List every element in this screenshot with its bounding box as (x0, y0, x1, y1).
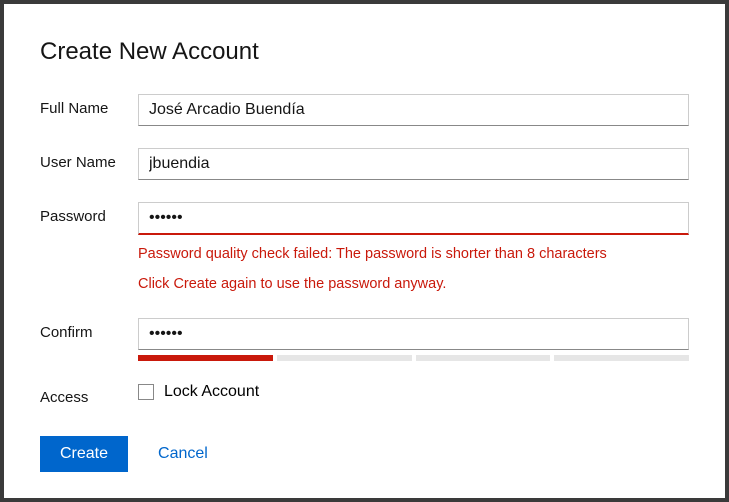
modal-actions: Create Cancel (40, 436, 689, 472)
row-fullname: Full Name (40, 94, 689, 126)
password-error-line2: Click Create again to use the password a… (138, 273, 689, 295)
password-error-line1: Password quality check failed: The passw… (138, 243, 689, 265)
label-fullname: Full Name (40, 94, 138, 117)
lock-account-checkbox[interactable] (138, 384, 154, 400)
row-username: User Name (40, 148, 689, 180)
strength-seg-4 (554, 355, 689, 361)
modal-title: Create New Account (40, 38, 689, 66)
create-button[interactable]: Create (40, 436, 128, 472)
row-confirm: Confirm (40, 318, 689, 361)
strength-seg-1 (138, 355, 273, 361)
lock-account-label: Lock Account (164, 383, 259, 401)
strength-seg-3 (416, 355, 551, 361)
label-username: User Name (40, 148, 138, 171)
cancel-button[interactable]: Cancel (158, 445, 208, 463)
create-account-modal: Create New Account Full Name User Name P… (4, 4, 725, 498)
fullname-input[interactable] (138, 94, 689, 126)
password-input[interactable] (138, 202, 689, 235)
strength-seg-2 (277, 355, 412, 361)
label-access: Access (40, 383, 138, 406)
row-password: Password Password quality check failed: … (40, 202, 689, 296)
confirm-input[interactable] (138, 318, 689, 350)
row-access: Access Lock Account (40, 383, 689, 406)
label-password: Password (40, 202, 138, 225)
username-input[interactable] (138, 148, 689, 180)
password-strength-bar (138, 355, 689, 361)
label-confirm: Confirm (40, 318, 138, 341)
